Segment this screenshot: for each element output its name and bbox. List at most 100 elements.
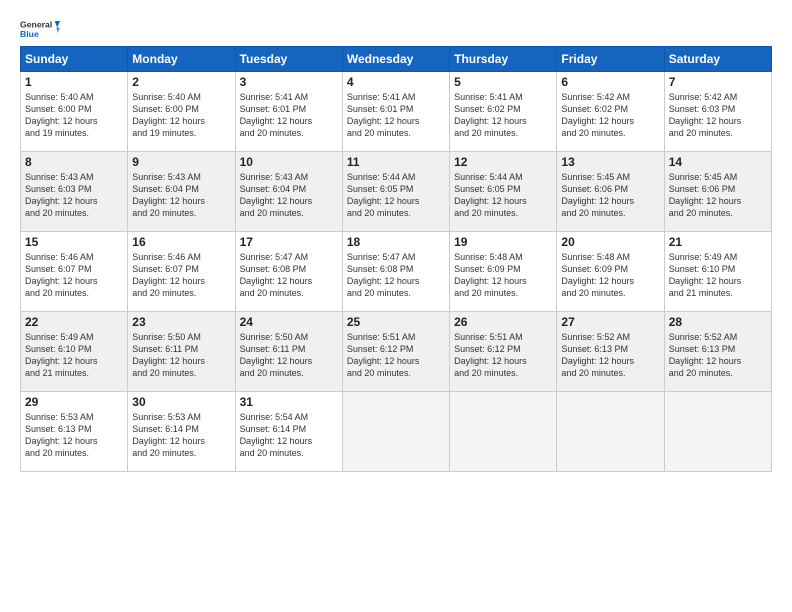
day-number: 18 xyxy=(347,235,445,249)
calendar-day: 10 Sunrise: 5:43 AM Sunset: 6:04 PM Dayli… xyxy=(235,152,342,232)
day-number: 17 xyxy=(240,235,338,249)
day-info: Sunrise: 5:48 AM Sunset: 6:09 PM Dayligh… xyxy=(454,251,552,300)
day-number: 29 xyxy=(25,395,123,409)
calendar-day: 30Sunrise: 5:53 AM Sunset: 6:14 PM Dayli… xyxy=(128,392,235,472)
day-info: Sunrise: 5:46 AM Sunset: 6:07 PM Dayligh… xyxy=(132,251,230,300)
calendar-day: 15 Sunrise: 5:46 AM Sunset: 6:07 PM Dayli… xyxy=(21,232,128,312)
logo-icon: General Blue xyxy=(20,18,60,40)
calendar-day: 23Sunrise: 5:50 AM Sunset: 6:11 PM Dayli… xyxy=(128,312,235,392)
calendar-week-4: 22 Sunrise: 5:49 AM Sunset: 6:10 PM Dayli… xyxy=(21,312,772,392)
calendar-day: 14Sunrise: 5:45 AM Sunset: 6:06 PM Dayli… xyxy=(664,152,771,232)
calendar-day: 6 Sunrise: 5:42 AM Sunset: 6:02 PM Daylig… xyxy=(557,72,664,152)
day-number: 12 xyxy=(454,155,552,169)
day-number: 7 xyxy=(669,75,767,89)
day-number: 27 xyxy=(561,315,659,329)
calendar-day: 29 Sunrise: 5:53 AM Sunset: 6:13 PM Dayli… xyxy=(21,392,128,472)
calendar-week-3: 15 Sunrise: 5:46 AM Sunset: 6:07 PM Dayli… xyxy=(21,232,772,312)
calendar-day: 26 Sunrise: 5:51 AM Sunset: 6:12 PM Dayli… xyxy=(450,312,557,392)
day-number: 24 xyxy=(240,315,338,329)
calendar-header-thursday: Thursday xyxy=(450,47,557,72)
day-number: 4 xyxy=(347,75,445,89)
day-info: Sunrise: 5:45 AM Sunset: 6:06 PM Dayligh… xyxy=(561,171,659,220)
day-number: 22 xyxy=(25,315,123,329)
day-number: 3 xyxy=(240,75,338,89)
day-number: 15 xyxy=(25,235,123,249)
header: General Blue xyxy=(20,18,772,40)
day-info: Sunrise: 5:54 AM Sunset: 6:14 PM Dayligh… xyxy=(240,411,338,460)
day-info: Sunrise: 5:52 AM Sunset: 6:13 PM Dayligh… xyxy=(669,331,767,380)
day-info: Sunrise: 5:47 AM Sunset: 6:08 PM Dayligh… xyxy=(347,251,445,300)
day-info: Sunrise: 5:51 AM Sunset: 6:12 PM Dayligh… xyxy=(454,331,552,380)
page: General Blue SundayMondayTuesdayWednesda… xyxy=(0,0,792,612)
calendar-header-row: SundayMondayTuesdayWednesdayThursdayFrid… xyxy=(21,47,772,72)
day-info: Sunrise: 5:47 AM Sunset: 6:08 PM Dayligh… xyxy=(240,251,338,300)
calendar-day: 13 Sunrise: 5:45 AM Sunset: 6:06 PM Dayli… xyxy=(557,152,664,232)
calendar-day: 16 Sunrise: 5:46 AM Sunset: 6:07 PM Dayli… xyxy=(128,232,235,312)
calendar-day: 3 Sunrise: 5:41 AM Sunset: 6:01 PM Daylig… xyxy=(235,72,342,152)
day-info: Sunrise: 5:42 AM Sunset: 6:03 PM Dayligh… xyxy=(669,91,767,140)
logo: General Blue xyxy=(20,18,60,40)
calendar-day: 4 Sunrise: 5:41 AM Sunset: 6:01 PM Daylig… xyxy=(342,72,449,152)
day-info: Sunrise: 5:44 AM Sunset: 6:05 PM Dayligh… xyxy=(454,171,552,220)
day-info: Sunrise: 5:40 AM Sunset: 6:00 PM Dayligh… xyxy=(25,91,123,140)
calendar-week-2: 8 Sunrise: 5:43 AM Sunset: 6:03 PM Daylig… xyxy=(21,152,772,232)
day-info: Sunrise: 5:53 AM Sunset: 6:13 PM Dayligh… xyxy=(25,411,123,460)
day-info: Sunrise: 5:41 AM Sunset: 6:01 PM Dayligh… xyxy=(347,91,445,140)
day-number: 16 xyxy=(132,235,230,249)
calendar-day: 25Sunrise: 5:51 AM Sunset: 6:12 PM Dayli… xyxy=(342,312,449,392)
calendar-day: 1 Sunrise: 5:40 AM Sunset: 6:00 PM Daylig… xyxy=(21,72,128,152)
day-info: Sunrise: 5:43 AM Sunset: 6:03 PM Dayligh… xyxy=(25,171,123,220)
calendar-day: 5 Sunrise: 5:41 AM Sunset: 6:02 PM Daylig… xyxy=(450,72,557,152)
day-number: 25 xyxy=(347,315,445,329)
day-number: 20 xyxy=(561,235,659,249)
day-number: 5 xyxy=(454,75,552,89)
day-number: 19 xyxy=(454,235,552,249)
calendar-day xyxy=(557,392,664,472)
day-number: 10 xyxy=(240,155,338,169)
calendar-day: 17 Sunrise: 5:47 AM Sunset: 6:08 PM Dayli… xyxy=(235,232,342,312)
calendar-header-wednesday: Wednesday xyxy=(342,47,449,72)
calendar-day: 22 Sunrise: 5:49 AM Sunset: 6:10 PM Dayli… xyxy=(21,312,128,392)
day-number: 14 xyxy=(669,155,767,169)
calendar-day xyxy=(450,392,557,472)
calendar-day xyxy=(664,392,771,472)
calendar-week-1: 1 Sunrise: 5:40 AM Sunset: 6:00 PM Daylig… xyxy=(21,72,772,152)
calendar-day: 11 Sunrise: 5:44 AM Sunset: 6:05 PM Dayli… xyxy=(342,152,449,232)
calendar-header-saturday: Saturday xyxy=(664,47,771,72)
day-number: 6 xyxy=(561,75,659,89)
calendar-day xyxy=(342,392,449,472)
day-info: Sunrise: 5:49 AM Sunset: 6:10 PM Dayligh… xyxy=(25,331,123,380)
day-info: Sunrise: 5:50 AM Sunset: 6:11 PM Dayligh… xyxy=(240,331,338,380)
day-number: 9 xyxy=(132,155,230,169)
day-number: 28 xyxy=(669,315,767,329)
calendar-day: 27Sunrise: 5:52 AM Sunset: 6:13 PM Dayli… xyxy=(557,312,664,392)
day-number: 13 xyxy=(561,155,659,169)
day-info: Sunrise: 5:43 AM Sunset: 6:04 PM Dayligh… xyxy=(132,171,230,220)
day-info: Sunrise: 5:53 AM Sunset: 6:14 PM Dayligh… xyxy=(132,411,230,460)
calendar-day: 31Sunrise: 5:54 AM Sunset: 6:14 PM Dayli… xyxy=(235,392,342,472)
day-info: Sunrise: 5:44 AM Sunset: 6:05 PM Dayligh… xyxy=(347,171,445,220)
day-info: Sunrise: 5:49 AM Sunset: 6:10 PM Dayligh… xyxy=(669,251,767,300)
calendar-day: 21 Sunrise: 5:49 AM Sunset: 6:10 PM Dayli… xyxy=(664,232,771,312)
calendar-day: 20Sunrise: 5:48 AM Sunset: 6:09 PM Dayli… xyxy=(557,232,664,312)
day-number: 8 xyxy=(25,155,123,169)
day-number: 1 xyxy=(25,75,123,89)
calendar: SundayMondayTuesdayWednesdayThursdayFrid… xyxy=(20,46,772,472)
svg-text:General: General xyxy=(20,20,52,30)
calendar-header-monday: Monday xyxy=(128,47,235,72)
day-info: Sunrise: 5:41 AM Sunset: 6:01 PM Dayligh… xyxy=(240,91,338,140)
calendar-header-tuesday: Tuesday xyxy=(235,47,342,72)
calendar-day: 9 Sunrise: 5:43 AM Sunset: 6:04 PM Daylig… xyxy=(128,152,235,232)
day-info: Sunrise: 5:46 AM Sunset: 6:07 PM Dayligh… xyxy=(25,251,123,300)
day-info: Sunrise: 5:42 AM Sunset: 6:02 PM Dayligh… xyxy=(561,91,659,140)
calendar-day: 7 Sunrise: 5:42 AM Sunset: 6:03 PM Daylig… xyxy=(664,72,771,152)
calendar-header-friday: Friday xyxy=(557,47,664,72)
day-info: Sunrise: 5:40 AM Sunset: 6:00 PM Dayligh… xyxy=(132,91,230,140)
day-info: Sunrise: 5:43 AM Sunset: 6:04 PM Dayligh… xyxy=(240,171,338,220)
day-number: 11 xyxy=(347,155,445,169)
day-number: 21 xyxy=(669,235,767,249)
day-info: Sunrise: 5:41 AM Sunset: 6:02 PM Dayligh… xyxy=(454,91,552,140)
day-number: 26 xyxy=(454,315,552,329)
calendar-week-5: 29 Sunrise: 5:53 AM Sunset: 6:13 PM Dayli… xyxy=(21,392,772,472)
day-number: 2 xyxy=(132,75,230,89)
